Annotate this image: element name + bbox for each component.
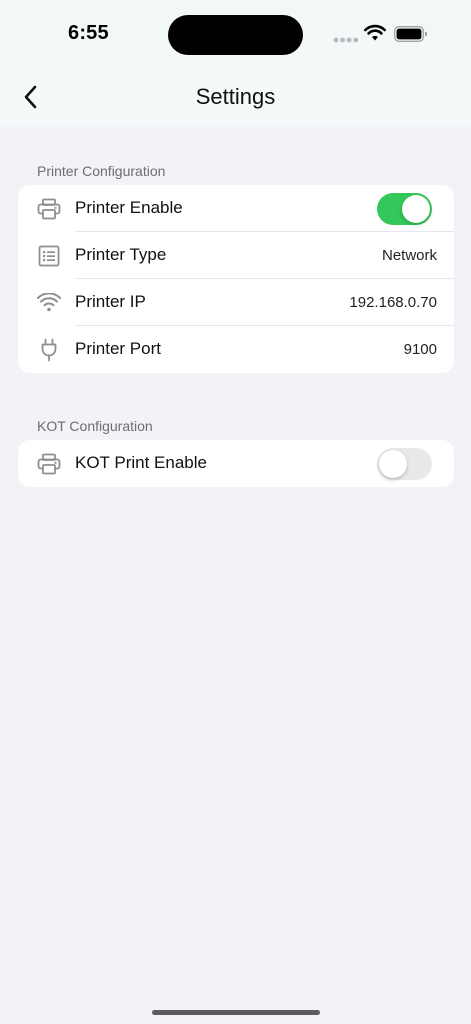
printer-port-label: Printer Port: [75, 339, 161, 358]
printer-port-row[interactable]: Printer Port 9100: [18, 326, 454, 373]
printer-enable-label: Printer Enable: [75, 198, 183, 217]
kot-print-enable-label: KOT Print Enable: [75, 453, 207, 472]
page-title: Settings: [195, 84, 276, 109]
status-time: 6:55: [68, 22, 109, 44]
kot-print-enable-row[interactable]: KOT Print Enable: [18, 440, 454, 487]
printer-enable-toggle[interactable]: [377, 193, 432, 225]
kot-print-enable-toggle[interactable]: [377, 448, 432, 480]
printer-icon: [36, 452, 62, 476]
top-bar: 6:55 Settings: [0, 0, 471, 127]
printer-configuration-card: Printer Enable Printer Type Network Prin…: [18, 185, 454, 373]
wifi-icon: [364, 24, 386, 41]
printer-port-value: 9100: [403, 341, 437, 358]
signal-dots-icon: [333, 37, 359, 43]
printer-type-label: Printer Type: [75, 245, 167, 264]
printer-ip-row[interactable]: Printer IP 192.168.0.70: [18, 279, 454, 326]
dynamic-island: [168, 15, 303, 55]
section-header-kot-configuration: KOT Configuration: [37, 418, 153, 434]
printer-ip-value: 192.168.0.70: [349, 294, 437, 311]
printer-ip-label: Printer IP: [75, 292, 146, 311]
toggle-knob: [402, 195, 430, 223]
printer-type-value: Network: [381, 247, 437, 264]
battery-icon: [394, 26, 427, 42]
toggle-knob: [379, 450, 407, 478]
printer-type-row[interactable]: Printer Type Network: [18, 232, 454, 279]
section-header-printer-configuration: Printer Configuration: [37, 163, 166, 179]
kot-configuration-card: KOT Print Enable: [18, 440, 454, 487]
printer-enable-row[interactable]: Printer Enable: [18, 185, 454, 232]
printer-icon: [36, 197, 62, 221]
plug-icon: [36, 338, 62, 362]
home-indicator[interactable]: [152, 1010, 320, 1015]
wifi-icon: [36, 291, 62, 315]
list-icon: [36, 244, 62, 268]
